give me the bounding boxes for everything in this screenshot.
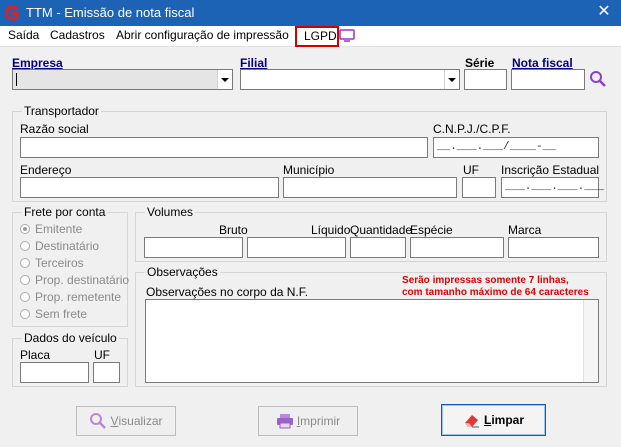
empresa-select[interactable] (12, 69, 233, 90)
uf-input[interactable] (462, 177, 496, 198)
transportador-title: Transportador (22, 104, 101, 118)
municipio-label: Município (283, 163, 335, 177)
imprimir-button[interactable]: Imprimir (258, 406, 358, 436)
especie-label: Espécie (410, 223, 453, 237)
especie-input[interactable] (410, 237, 504, 258)
close-icon[interactable]: ✕ (593, 2, 615, 22)
marca-input[interactable] (508, 237, 599, 258)
veiculo-uf-input[interactable] (93, 362, 120, 383)
inscricao-estadual-label: Inscrição Estadual (501, 163, 600, 177)
nota-fiscal-label: Nota fiscal (512, 56, 573, 70)
radio-emitente[interactable]: Emitente (20, 222, 82, 236)
observacoes-textarea[interactable] (145, 299, 599, 383)
volumes-title: Volumes (145, 205, 196, 219)
menu-saida[interactable]: Saída (8, 28, 39, 42)
observacoes-corpo-label: Observações no corpo da N.F. (146, 285, 309, 299)
quantidade-input[interactable] (350, 237, 406, 258)
title-bar: TTM - Emissão de nota fiscal ✕ (0, 0, 621, 26)
filial-select[interactable] (240, 69, 460, 90)
monitor-icon[interactable] (339, 29, 355, 42)
liquido-label: Líquido (311, 223, 351, 237)
uf-label: UF (463, 163, 479, 177)
serie-input[interactable] (464, 69, 507, 90)
observacoes-title: Observações (145, 265, 220, 279)
visualizar-button[interactable]: Visualizar (76, 406, 176, 436)
menu-cadastros[interactable]: Cadastros (50, 28, 105, 42)
filial-label: Filial (240, 56, 268, 70)
razao-social-input[interactable] (20, 137, 428, 158)
menu-bar: Saída Cadastros Abrir configuração de im… (0, 26, 621, 47)
razao-social-label: Razão social (20, 122, 89, 136)
placa-input[interactable] (20, 362, 89, 383)
endereco-label: Endereço (20, 163, 72, 177)
cnpj-mask: __.___.___/____-__ (437, 141, 556, 153)
app-logo-icon (5, 5, 19, 21)
radio-prop-destinatario[interactable]: Prop. destinatário (20, 273, 129, 287)
liquido-input[interactable] (247, 237, 346, 258)
cnpj-input[interactable]: __.___.___/____-__ (433, 137, 599, 158)
magnifier-icon (90, 413, 107, 429)
bruto-input[interactable] (144, 237, 243, 258)
search-icon[interactable] (589, 70, 607, 88)
bruto-label: Bruto (219, 223, 248, 237)
endereco-input[interactable] (20, 177, 279, 198)
observacoes-note-line2: com tamanho máximo de 64 caracteres (402, 287, 589, 298)
placa-label: Placa (20, 348, 51, 362)
eraser-icon (464, 415, 479, 428)
printer-icon (276, 414, 293, 429)
veiculo-uf-label: UF (94, 348, 110, 362)
menu-abrir-configuracao[interactable]: Abrir configuração de impressão (116, 28, 289, 42)
chevron-down-icon (217, 70, 232, 89)
menu-lgpd-label: LGPD (304, 29, 337, 43)
nota-fiscal-input[interactable] (511, 69, 585, 90)
observacoes-note-line1: Serão impressas somente 7 linhas, (402, 275, 569, 286)
marca-label: Marca (508, 223, 542, 237)
radio-sem-frete[interactable]: Sem frete (20, 307, 87, 321)
municipio-input[interactable] (283, 177, 457, 198)
observacoes-scrollbar[interactable] (583, 300, 598, 382)
window-title: TTM - Emissão de nota fiscal (26, 5, 195, 20)
frete-title: Frete por conta (22, 205, 108, 219)
cnpj-label: C.N.P.J./C.P.F. (433, 122, 511, 136)
empresa-label: Empresa (12, 56, 63, 70)
limpar-button[interactable]: Limpar (441, 404, 546, 436)
quantidade-label: Quantidade (350, 223, 413, 237)
radio-destinatario[interactable]: Destinatário (20, 239, 99, 253)
menu-lgpd[interactable]: LGPD (295, 26, 339, 47)
radio-prop-remetente[interactable]: Prop. remetente (20, 290, 121, 304)
serie-label: Série (465, 56, 495, 70)
veiculo-title: Dados do veículo (22, 331, 119, 345)
inscricao-estadual-input[interactable]: ___.___.___.___ (501, 177, 604, 198)
ie-mask: ___.___.___.___ (505, 181, 605, 193)
chevron-down-icon (444, 70, 459, 89)
radio-terceiros[interactable]: Terceiros (20, 256, 84, 270)
